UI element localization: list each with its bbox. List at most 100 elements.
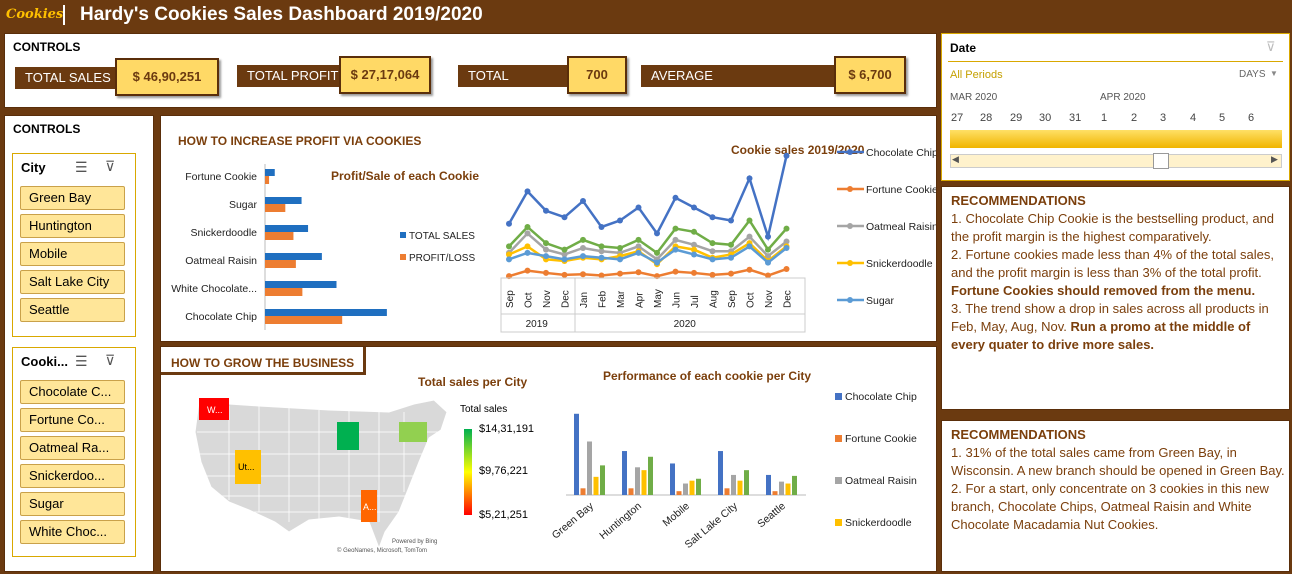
cookie-item-white-choc[interactable]: White Choc... xyxy=(20,520,125,544)
controls-panel: CONTROLS City ☰ ⊽ Green Bay Huntington M… xyxy=(4,115,154,572)
line-legend-marker xyxy=(847,297,853,303)
city-item-mobile[interactable]: Mobile xyxy=(20,242,125,266)
line-point xyxy=(746,175,753,182)
date-timeline: Date ⊽ All Periods DAYS ▼ MAR 2020 APR 2… xyxy=(941,33,1290,181)
day-label[interactable]: 29 xyxy=(1010,112,1022,124)
column-legend-label: Snickerdoodle xyxy=(845,517,912,529)
line-month-label: Apr xyxy=(635,292,646,308)
bar-chart-title: Profit/Sale of each Cookie xyxy=(331,169,479,183)
line-point xyxy=(654,230,660,237)
line-point xyxy=(709,256,716,263)
line-month-label: Nov xyxy=(764,290,775,308)
logo: Cookies xyxy=(6,7,64,22)
line-point xyxy=(561,246,568,253)
day-label[interactable]: 6 xyxy=(1248,112,1254,124)
column-bar xyxy=(600,465,605,495)
city-slicer: City ☰ ⊽ Green Bay Huntington Mobile Sal… xyxy=(12,153,136,337)
scroll-left-icon[interactable]: ◀ xyxy=(952,154,959,165)
city-item-green-bay[interactable]: Green Bay xyxy=(20,186,125,210)
line-legend-marker xyxy=(847,186,853,192)
line-month-label: Jul xyxy=(690,295,701,308)
column-city-label: Green Bay xyxy=(550,500,597,542)
day-label[interactable]: 3 xyxy=(1160,112,1166,124)
day-label[interactable]: 31 xyxy=(1069,112,1081,124)
month-label-apr: APR 2020 xyxy=(1100,92,1146,103)
line-point xyxy=(691,228,697,235)
line-point xyxy=(598,254,605,261)
kpi-value-total-orders: 700 xyxy=(567,56,627,94)
column-legend-swatch xyxy=(835,435,842,442)
multi-select-icon[interactable]: ☰ xyxy=(75,353,88,370)
line-point xyxy=(506,243,512,250)
grow-panel: HOW TO GROW THE BUSINESS Total sales per… xyxy=(160,346,937,572)
column-bar xyxy=(670,463,675,495)
day-label[interactable]: 28 xyxy=(980,112,992,124)
bar-profit xyxy=(265,232,294,240)
day-label[interactable]: 2 xyxy=(1131,112,1137,124)
column-legend-swatch xyxy=(835,393,842,400)
city-item-salt-lake-city[interactable]: Salt Lake City xyxy=(20,270,125,294)
line-point xyxy=(561,256,568,263)
line-year-label: 2020 xyxy=(674,319,697,330)
date-unit-dropdown[interactable]: DAYS xyxy=(1239,69,1266,80)
chevron-down-icon[interactable]: ▼ xyxy=(1270,69,1278,78)
cookie-item-chocolate[interactable]: Chocolate C... xyxy=(20,380,125,404)
column-bar xyxy=(635,467,640,495)
map-legend-gradient xyxy=(464,429,472,515)
line-point xyxy=(709,240,716,247)
map-legend-max: $14,31,191 xyxy=(479,423,535,435)
kpi-label-total-profit: TOTAL PROFIT xyxy=(237,65,349,87)
date-periods: All Periods xyxy=(950,69,1003,81)
line-point xyxy=(691,204,697,211)
line-point xyxy=(543,207,549,214)
line-point xyxy=(635,269,642,276)
column-bar xyxy=(779,481,784,495)
grow-section-title: HOW TO GROW THE BUSINESS xyxy=(171,356,355,370)
bar-category-label: Fortune Cookie xyxy=(185,171,257,183)
day-label[interactable]: 30 xyxy=(1039,112,1051,124)
kpi-value-total-sales: $ 46,90,251 xyxy=(115,58,219,96)
day-label[interactable]: 1 xyxy=(1101,112,1107,124)
line-point xyxy=(691,251,697,258)
line-chart-title: Cookie sales 2019/2020 xyxy=(731,143,865,157)
rec1-point-2: 2. Fortune cookies made less than 4% of … xyxy=(951,247,1275,280)
line-year-label: 2019 xyxy=(526,319,549,330)
multi-select-icon[interactable]: ☰ xyxy=(75,159,88,176)
cookie-item-sugar[interactable]: Sugar xyxy=(20,492,125,516)
line-point xyxy=(617,217,623,224)
scroll-right-icon[interactable]: ▶ xyxy=(1271,154,1278,165)
line-point xyxy=(765,246,771,253)
sales-line-chart: Cookie sales 2019/2020 Sep Oct Nov Dec Jan Feb… xyxy=(500,143,936,333)
day-label[interactable]: 27 xyxy=(951,112,963,124)
bar-profit xyxy=(265,176,270,184)
page-title: Hardy's Cookies Sales Dashboard 2019/202… xyxy=(80,4,483,25)
bar-profit xyxy=(265,204,286,212)
cookie-item-oatmeal[interactable]: Oatmeal Ra... xyxy=(20,436,125,460)
scroll-thumb[interactable] xyxy=(1153,153,1169,169)
column-legend-label: Oatmeal Raisin xyxy=(845,475,917,487)
clear-filter-icon[interactable]: ⊽ xyxy=(1266,39,1276,55)
clear-filter-icon[interactable]: ⊽ xyxy=(105,352,115,369)
date-scrollbar[interactable] xyxy=(950,154,1282,168)
date-timeline-bar[interactable] xyxy=(950,130,1282,148)
column-bar xyxy=(648,456,653,495)
clear-filter-icon[interactable]: ⊽ xyxy=(105,158,115,175)
line-point xyxy=(783,225,790,232)
column-bar xyxy=(785,483,791,495)
day-label[interactable]: 5 xyxy=(1219,112,1225,124)
city-item-huntington[interactable]: Huntington xyxy=(20,214,125,238)
city-item-seattle[interactable]: Seattle xyxy=(20,298,125,322)
column-bar xyxy=(737,480,743,495)
cookie-item-snickerdoodle[interactable]: Snickerdoo... xyxy=(20,464,125,488)
line-point xyxy=(617,245,623,251)
legend-swatch-profit xyxy=(400,254,406,260)
column-bar xyxy=(628,488,634,495)
day-label[interactable]: 4 xyxy=(1190,112,1196,124)
line-point xyxy=(765,233,771,240)
line-point xyxy=(709,271,716,278)
line-month-label: Aug xyxy=(709,290,720,308)
line-point xyxy=(580,198,586,205)
cookie-item-fortune[interactable]: Fortune Co... xyxy=(20,408,125,432)
line-point xyxy=(672,236,679,243)
line-month-label: May xyxy=(653,289,664,308)
